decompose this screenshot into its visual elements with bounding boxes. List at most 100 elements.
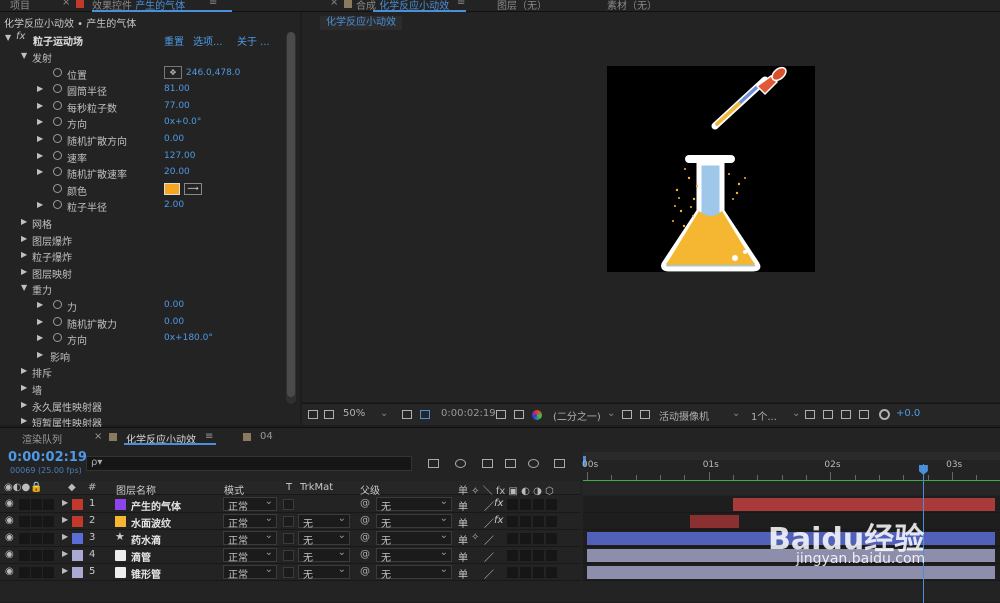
twirl-closed-icon[interactable]: ▶: [62, 515, 68, 524]
column-layer-name[interactable]: 图层名称: [116, 482, 156, 497]
shy-layers-icon[interactable]: [482, 459, 493, 468]
mode-dropdown[interactable]: 正常: [223, 530, 277, 547]
twirl-closed-icon[interactable]: ▶: [37, 134, 43, 143]
layer-name[interactable]: 滴管: [131, 549, 151, 564]
resolution-dropdown[interactable]: (二分之一): [553, 408, 601, 423]
property-value[interactable]: 0x+180.0°: [164, 333, 213, 343]
adjustment-layer-switch[interactable]: [533, 533, 544, 544]
layer-duration-bar[interactable]: [690, 515, 740, 528]
stopwatch-icon[interactable]: [53, 316, 62, 326]
twirl-closed-icon[interactable]: ▶: [21, 267, 27, 276]
eye-icon[interactable]: ◉: [5, 549, 14, 560]
layer-name[interactable]: 药水滴: [131, 532, 161, 547]
column-number[interactable]: #: [88, 482, 96, 493]
property-row[interactable]: ▼ 发射: [0, 48, 285, 65]
preserve-transparency-checkbox[interactable]: [283, 567, 294, 578]
close-icon[interactable]: ×: [94, 431, 102, 442]
audio-switch[interactable]: [19, 499, 30, 510]
comp-mini-flowchart-icon[interactable]: [428, 459, 439, 468]
property-value[interactable]: 246.0,478.0: [186, 68, 240, 78]
twirl-closed-icon[interactable]: ▶: [21, 250, 27, 259]
property-row[interactable]: 位置 ✥ 246.0,478.0: [0, 65, 285, 82]
parent-dropdown[interactable]: 无: [376, 513, 452, 530]
quality-switch-icon[interactable]: ／: [484, 498, 494, 513]
exposure-value[interactable]: +0.0: [896, 408, 920, 419]
layer-row[interactable]: ◉▶2水面波纹正常无@无单／fx: [0, 513, 580, 530]
property-row[interactable]: ▶ 力 0.00: [0, 297, 285, 314]
preserve-transparency-checkbox[interactable]: [283, 533, 294, 544]
pickwhip-icon[interactable]: @: [360, 498, 370, 509]
property-row[interactable]: ▶ 随机扩散速率 20.00: [0, 164, 285, 181]
chevron-down-icon[interactable]: ⌄: [732, 408, 740, 419]
lock-switch[interactable]: [43, 516, 54, 527]
pickwhip-icon[interactable]: @: [360, 515, 370, 526]
twirl-closed-icon[interactable]: ▶: [62, 532, 68, 541]
twirl-open-icon[interactable]: ▼: [5, 33, 11, 42]
motion-blur-switch[interactable]: [520, 533, 531, 544]
twirl-closed-icon[interactable]: ▶: [62, 566, 68, 575]
property-row[interactable]: ▶ 随机扩散方向 0.00: [0, 131, 285, 148]
property-row[interactable]: ▶ 圆筒半径 81.00: [0, 81, 285, 98]
timeline-icon[interactable]: [841, 410, 851, 419]
property-row[interactable]: ▼ 重力: [0, 280, 285, 297]
time-ruler[interactable]: 00s 01s 02s 03s: [582, 460, 1000, 480]
twirl-closed-icon[interactable]: ▶: [37, 200, 43, 209]
property-row[interactable]: ▶ 墙: [0, 380, 285, 397]
audio-switch[interactable]: [19, 567, 30, 578]
shy-switch-icon[interactable]: 单: [458, 515, 468, 530]
color-channel-icon[interactable]: [532, 410, 542, 420]
solo-switch[interactable]: [31, 533, 42, 544]
reset-exposure-icon[interactable]: [879, 409, 890, 420]
zoom-dropdown[interactable]: 50%: [343, 408, 365, 419]
audio-switch[interactable]: [19, 533, 30, 544]
quality-switch-icon[interactable]: ／: [484, 532, 494, 547]
frame-blend-switch[interactable]: [507, 499, 518, 510]
shy-switch-icon[interactable]: 单: [458, 549, 468, 564]
property-row[interactable]: ▶ 方向 0x+180.0°: [0, 330, 285, 347]
trkmat-dropdown[interactable]: 无: [298, 564, 350, 581]
quality-switch-icon[interactable]: ／: [484, 515, 494, 530]
chevron-down-icon[interactable]: ⌄: [380, 408, 388, 419]
parent-dropdown[interactable]: 无: [376, 496, 452, 513]
twirl-closed-icon[interactable]: ▶: [37, 84, 43, 93]
stopwatch-icon[interactable]: [53, 67, 62, 77]
twirl-closed-icon[interactable]: ▶: [37, 117, 43, 126]
motion-blur-switch[interactable]: [520, 567, 531, 578]
property-row[interactable]: ▶ 方向 0x+0.0°: [0, 114, 285, 131]
options-link[interactable]: 选项...: [193, 33, 223, 48]
stopwatch-icon[interactable]: [53, 117, 62, 127]
monitor-icon[interactable]: [324, 410, 334, 419]
label-color-swatch[interactable]: [72, 533, 83, 544]
twirl-closed-icon[interactable]: ▶: [21, 383, 27, 392]
tab-render-queue[interactable]: 渲染队列: [22, 431, 62, 446]
twirl-closed-icon[interactable]: ▶: [37, 151, 43, 160]
property-value[interactable]: 2.00: [164, 200, 184, 210]
adjustment-layer-switch[interactable]: [533, 499, 544, 510]
camera-dropdown[interactable]: 活动摄像机: [659, 408, 709, 423]
twirl-closed-icon[interactable]: ▶: [37, 300, 43, 309]
stopwatch-icon[interactable]: [53, 200, 62, 210]
property-value[interactable]: 20.00: [164, 167, 190, 177]
property-row[interactable]: 颜色 ⟿: [0, 181, 285, 198]
shy-switch-icon[interactable]: 单: [458, 498, 468, 513]
frame-blend-switch[interactable]: [507, 516, 518, 527]
eye-icon[interactable]: ◉: [5, 532, 14, 543]
3d-layer-switch[interactable]: [546, 550, 557, 561]
draft-3d-icon[interactable]: [455, 459, 466, 468]
property-value[interactable]: 0x+0.0°: [164, 117, 201, 127]
stopwatch-icon[interactable]: [53, 300, 62, 309]
views-dropdown[interactable]: 1个...: [751, 408, 777, 423]
label-color-swatch[interactable]: [72, 567, 83, 578]
label-color-swatch[interactable]: [72, 516, 83, 527]
frame-blending-icon[interactable]: [505, 459, 516, 468]
color-swatch[interactable]: [164, 182, 180, 195]
motion-blur-switch[interactable]: [520, 516, 531, 527]
property-row[interactable]: ▶ 速率 127.00: [0, 148, 285, 165]
twirl-open-icon[interactable]: ▼: [21, 51, 27, 60]
stopwatch-icon[interactable]: [53, 333, 62, 343]
frame-blend-switch[interactable]: [507, 567, 518, 578]
solo-switch[interactable]: [31, 516, 42, 527]
collapse-switch-icon[interactable]: ✧: [471, 532, 479, 543]
layer-name[interactable]: 水面波纹: [131, 515, 171, 530]
quality-switch-icon[interactable]: ／: [484, 549, 494, 564]
